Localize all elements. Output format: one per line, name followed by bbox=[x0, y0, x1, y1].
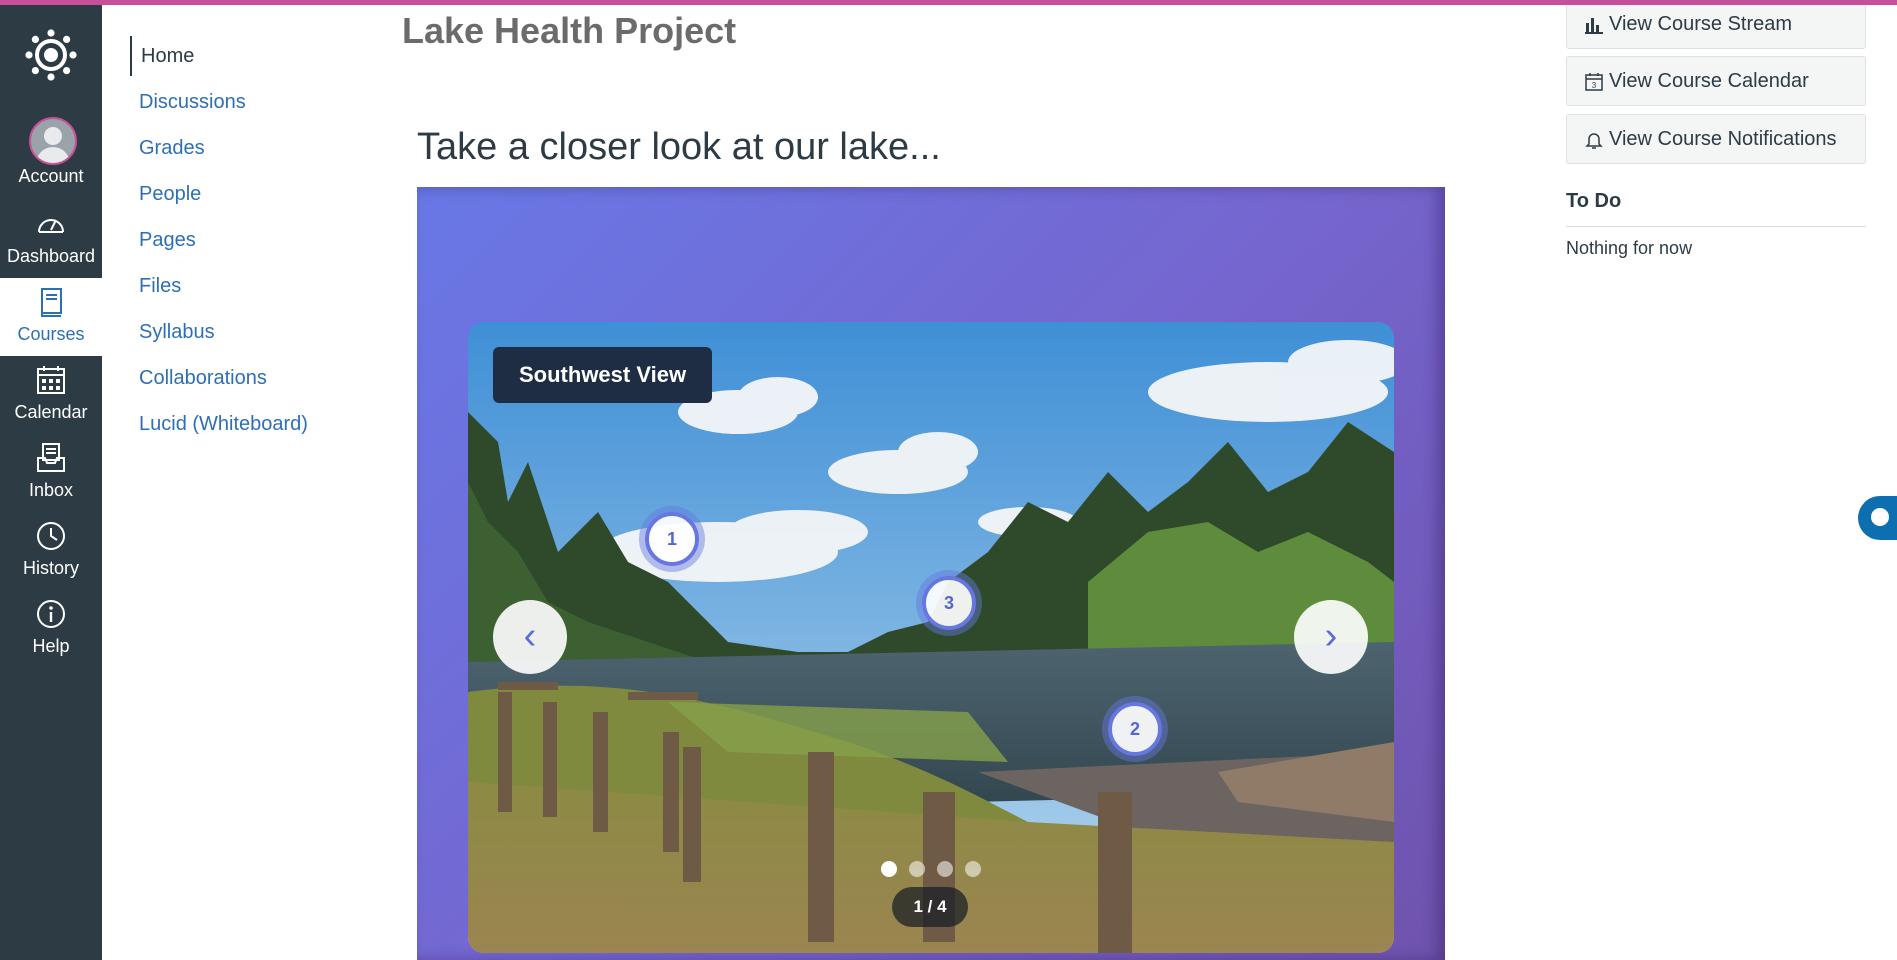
info-icon bbox=[37, 600, 65, 628]
chat-icon bbox=[1871, 508, 1889, 526]
bell-icon bbox=[1585, 133, 1603, 149]
course-nav-people[interactable]: People bbox=[130, 174, 201, 214]
view-course-notifications-button[interactable]: View Course Notifications bbox=[1566, 114, 1866, 164]
bar-chart-icon bbox=[1585, 18, 1603, 34]
clock-icon bbox=[37, 522, 65, 550]
lake-scene-illustration bbox=[468, 322, 1394, 953]
canvas-logo-icon[interactable] bbox=[23, 27, 79, 83]
nav-inbox-label: Inbox bbox=[28, 480, 74, 500]
chevron-right-icon: › bbox=[1324, 615, 1338, 657]
nav-calendar[interactable]: Calendar bbox=[0, 356, 102, 434]
svg-text:3: 3 bbox=[1592, 81, 1597, 90]
hotspot-1[interactable]: 1 bbox=[645, 512, 699, 566]
slide-dot-4[interactable] bbox=[965, 861, 981, 877]
calendar-icon bbox=[37, 366, 65, 394]
hotspot-3[interactable]: 3 bbox=[922, 576, 976, 630]
slide-dot-3[interactable] bbox=[937, 861, 953, 877]
nav-calendar-label: Calendar bbox=[14, 402, 88, 422]
nav-inbox[interactable]: Inbox bbox=[0, 434, 102, 512]
hotspot-2[interactable]: 2 bbox=[1108, 702, 1162, 756]
view-course-stream-button[interactable]: View Course Stream bbox=[1566, 0, 1866, 49]
image-carousel: Southwest View 1 3 2 ‹ › 1 / 4 bbox=[417, 187, 1445, 960]
course-title: Lake Health Project bbox=[402, 10, 737, 51]
slide-dot-1[interactable] bbox=[881, 861, 897, 877]
user-avatar-icon bbox=[29, 117, 77, 165]
nav-courses[interactable]: Courses bbox=[0, 278, 102, 356]
inbox-icon bbox=[37, 443, 65, 472]
chevron-left-icon: ‹ bbox=[523, 615, 537, 657]
nav-account[interactable]: Account bbox=[0, 110, 102, 190]
course-nav-discussions[interactable]: Discussions bbox=[130, 82, 246, 122]
nav-help[interactable]: Help bbox=[0, 590, 102, 668]
view-label: Southwest View bbox=[493, 347, 713, 403]
nav-history[interactable]: History bbox=[0, 512, 102, 590]
view-course-notifications-label: View Course Notifications bbox=[1609, 128, 1837, 150]
course-nav-grades[interactable]: Grades bbox=[130, 128, 205, 168]
nav-dashboard-label: Dashboard bbox=[6, 246, 96, 266]
lake-photo: Southwest View 1 3 2 ‹ › 1 / 4 bbox=[468, 322, 1394, 953]
view-course-stream-label: View Course Stream bbox=[1609, 13, 1793, 35]
course-nav-pages[interactable]: Pages bbox=[130, 220, 196, 260]
section-heading: Take a closer look at our lake... bbox=[417, 126, 941, 168]
calendar-icon: 3 bbox=[1585, 73, 1603, 91]
view-course-calendar-label: View Course Calendar bbox=[1609, 70, 1809, 92]
course-nav-files[interactable]: Files bbox=[130, 266, 181, 306]
slide-dot-2[interactable] bbox=[909, 861, 925, 877]
book-icon bbox=[41, 288, 62, 317]
nav-history-label: History bbox=[22, 558, 79, 578]
todo-divider bbox=[1566, 226, 1866, 227]
floating-help-tab[interactable] bbox=[1858, 496, 1897, 540]
todo-empty-text: Nothing for now bbox=[1566, 238, 1693, 258]
course-nav-syllabus[interactable]: Syllabus bbox=[130, 312, 215, 352]
nav-account-label: Account bbox=[18, 166, 84, 186]
nav-courses-label: Courses bbox=[17, 324, 85, 344]
todo-title: To Do bbox=[1566, 190, 1622, 212]
course-nav-lucid[interactable]: Lucid (Whiteboard) bbox=[130, 404, 308, 444]
next-slide-button[interactable]: › bbox=[1294, 600, 1368, 674]
course-nav-collaborations[interactable]: Collaborations bbox=[130, 358, 267, 398]
top-accent-bar bbox=[0, 0, 1897, 5]
global-navigation: Account Dashboard Courses Calendar Inbox… bbox=[0, 0, 102, 960]
speedometer-icon bbox=[38, 219, 64, 233]
slide-counter: 1 / 4 bbox=[892, 887, 968, 927]
nav-dashboard[interactable]: Dashboard bbox=[0, 200, 102, 278]
view-course-calendar-button[interactable]: 3 View Course Calendar bbox=[1566, 56, 1866, 106]
prev-slide-button[interactable]: ‹ bbox=[493, 600, 567, 674]
nav-help-label: Help bbox=[32, 636, 70, 656]
course-nav-home[interactable]: Home bbox=[130, 36, 194, 76]
